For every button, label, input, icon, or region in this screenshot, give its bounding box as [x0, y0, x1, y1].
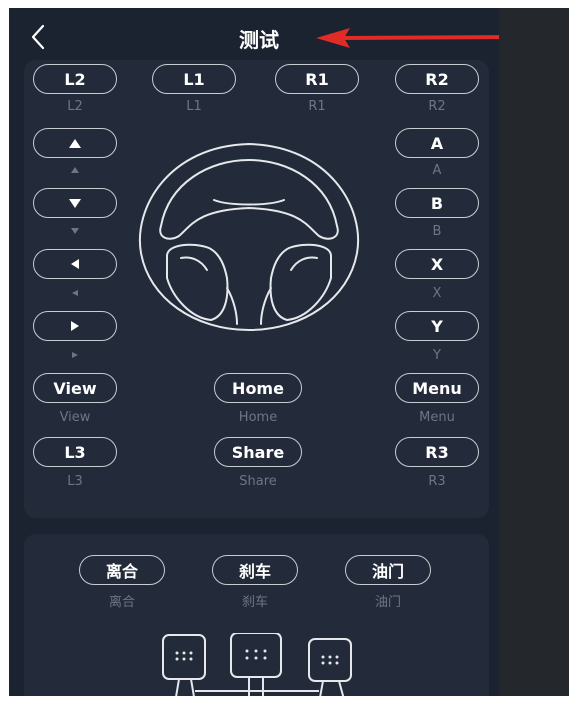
view-button[interactable]: View [33, 373, 117, 403]
dpad-up-sub-label [33, 162, 117, 178]
r1-button[interactable]: R1 [275, 64, 359, 94]
x-sub-label: X [432, 285, 442, 301]
dpad-right-button[interactable] [33, 311, 117, 341]
l3-button[interactable]: L3 [33, 437, 117, 467]
triangle-right-icon [71, 321, 79, 331]
annotation-arrow-icon [316, 28, 499, 48]
r2-button[interactable]: R2 [395, 64, 479, 94]
l3-sub-label: L3 [67, 473, 83, 489]
r3-sub-label: R3 [428, 473, 446, 489]
r2-sub-label: R2 [428, 98, 446, 114]
r3-button[interactable]: R3 [395, 437, 479, 467]
l1-button[interactable]: L1 [152, 64, 236, 94]
dpad-up-button[interactable] [33, 128, 117, 158]
page-title: 测试 [239, 28, 279, 52]
b-button[interactable]: B [395, 188, 479, 218]
triangle-left-icon [71, 259, 79, 269]
brake-button[interactable]: 刹车 [212, 555, 298, 585]
dpad-left-button[interactable] [33, 249, 117, 279]
dpad-right-sub-label [33, 347, 117, 363]
home-sub-label: Home [238, 409, 278, 425]
triangle-up-icon [69, 138, 81, 148]
chevron-left-icon [31, 24, 45, 50]
triangle-right-icon [72, 352, 78, 358]
triangle-down-icon [71, 228, 79, 234]
menu-button[interactable]: Menu [395, 373, 479, 403]
app-screen: 测试 L2 L2 L1 L1 R1 R1 R2 R2 A A B B X X Y… [9, 8, 499, 696]
a-button[interactable]: A [395, 128, 479, 158]
x-button[interactable]: X [395, 249, 479, 279]
menu-sub-label: Menu [419, 409, 455, 425]
triangle-down-icon [69, 198, 81, 208]
share-sub-label: Share [239, 473, 277, 489]
dpad-down-sub-label [33, 223, 117, 239]
triangle-left-icon [72, 290, 78, 296]
back-button[interactable] [27, 22, 51, 52]
b-sub-label: B [432, 223, 442, 239]
l2-button[interactable]: L2 [33, 64, 117, 94]
triangle-up-icon [71, 167, 79, 173]
clutch-button[interactable]: 离合 [79, 555, 165, 585]
share-button[interactable]: Share [214, 437, 302, 467]
dpad-down-button[interactable] [33, 188, 117, 218]
throttle-sub-label: 油门 [374, 594, 401, 610]
home-button[interactable]: Home [214, 373, 302, 403]
a-sub-label: A [432, 162, 442, 178]
l2-sub-label: L2 [67, 98, 83, 114]
r1-sub-label: R1 [308, 98, 326, 114]
throttle-button[interactable]: 油门 [345, 555, 431, 585]
clutch-sub-label: 离合 [108, 594, 135, 610]
dpad-left-sub-label [33, 285, 117, 301]
pedals-icon [162, 633, 352, 696]
view-sub-label: View [59, 409, 91, 425]
l1-sub-label: L1 [186, 98, 202, 114]
y-sub-label: Y [433, 347, 441, 363]
side-panel [499, 8, 569, 696]
y-button[interactable]: Y [395, 311, 479, 341]
steering-wheel-icon [138, 143, 360, 331]
brake-sub-label: 刹车 [241, 594, 268, 610]
